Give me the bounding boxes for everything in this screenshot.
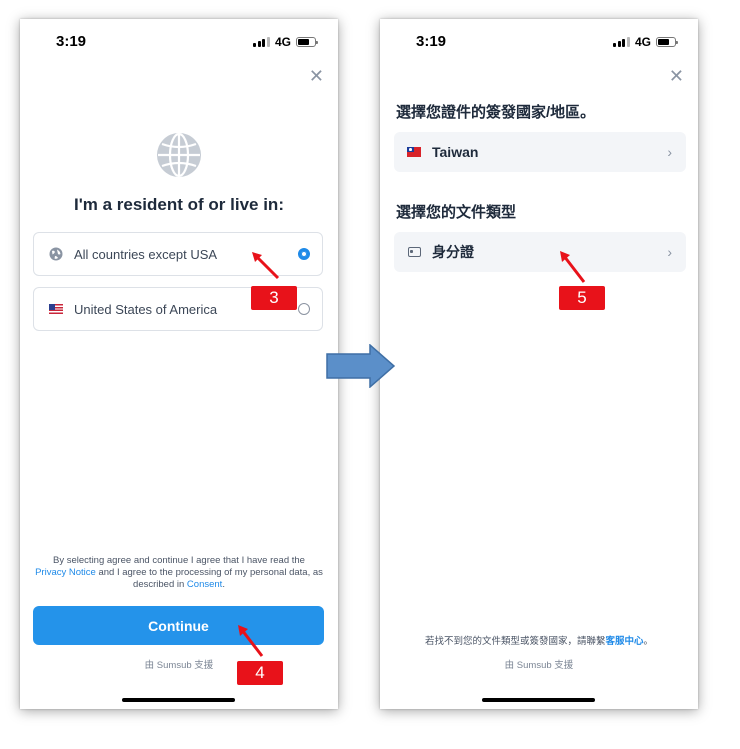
chevron-right-icon: › — [667, 144, 672, 160]
consent-link[interactable]: Consent — [187, 579, 222, 590]
chevron-right-icon: › — [667, 244, 672, 260]
us-flag-icon — [49, 304, 63, 314]
radio-unselected[interactable] — [298, 303, 310, 315]
battery-icon — [296, 37, 318, 47]
annotation-arrow-4-icon — [238, 625, 264, 657]
help-text-suffix: 。 — [643, 636, 654, 647]
help-text: 若找不到您的文件類型或簽發國家，請聯繫客服中心。 — [380, 633, 698, 647]
signal-icon — [613, 37, 630, 47]
consent-disclaimer: By selecting agree and continue I agree … — [30, 555, 328, 591]
right-phone-screen: 3:19 4G ✕ 選擇您證件的簽發國家/地區。 Taiwan › 選擇您的文件… — [380, 19, 698, 709]
issuing-country-title: 選擇您證件的簽發國家/地區。 — [396, 104, 596, 121]
close-icon[interactable]: ✕ — [309, 67, 324, 85]
home-indicator — [122, 698, 235, 702]
disclaimer-text: . — [222, 579, 225, 590]
network-type: 4G — [274, 35, 291, 49]
annotation-callout-4: 4 — [237, 661, 283, 685]
close-icon[interactable]: ✕ — [669, 67, 684, 85]
status-time: 3:19 — [56, 33, 87, 50]
disclaimer-text: By selecting agree and continue I agree … — [53, 555, 305, 566]
annotation-arrow-5-icon — [560, 251, 586, 283]
signal-icon — [253, 37, 270, 47]
document-type-id-card[interactable]: 身分證 › — [394, 232, 686, 272]
annotation-callout-5: 5 — [559, 286, 605, 310]
document-type-title: 選擇您的文件類型 — [396, 204, 517, 221]
home-indicator — [482, 698, 595, 702]
option-label: United States of America — [74, 301, 218, 317]
powered-by-sumsub: 由 Sumsub 支援 — [504, 660, 574, 671]
status-indicators: 4G — [613, 35, 678, 49]
globe-icon — [157, 132, 201, 178]
country-selector[interactable]: Taiwan › — [394, 132, 686, 172]
annotation-callout-3: 3 — [251, 286, 297, 310]
help-center-link[interactable]: 客服中心 — [605, 636, 643, 647]
id-card-icon — [407, 247, 421, 257]
next-step-arrow-icon — [326, 344, 396, 388]
battery-icon — [656, 37, 678, 47]
left-phone-screen: 3:19 4G ✕ I'm a resident of or live in: … — [20, 19, 338, 709]
radio-selected[interactable] — [298, 248, 310, 260]
taiwan-flag-icon — [407, 147, 421, 157]
globe-small-icon — [49, 247, 63, 261]
annotation-arrow-3-icon — [252, 252, 280, 280]
country-value: Taiwan — [432, 144, 479, 160]
status-indicators: 4G — [253, 35, 318, 49]
document-type-value: 身分證 — [432, 244, 474, 260]
option-label: All countries except USA — [74, 246, 218, 262]
page-title: I'm a resident of or live in: — [74, 195, 284, 214]
continue-button[interactable]: Continue — [33, 606, 324, 645]
network-type: 4G — [634, 35, 651, 49]
powered-by-sumsub: 由 Sumsub 支援 — [144, 660, 214, 671]
status-time: 3:19 — [416, 33, 447, 50]
privacy-notice-link[interactable]: Privacy Notice — [35, 567, 96, 578]
help-text-prefix: 若找不到您的文件類型或簽發國家，請聯繫 — [424, 636, 606, 647]
